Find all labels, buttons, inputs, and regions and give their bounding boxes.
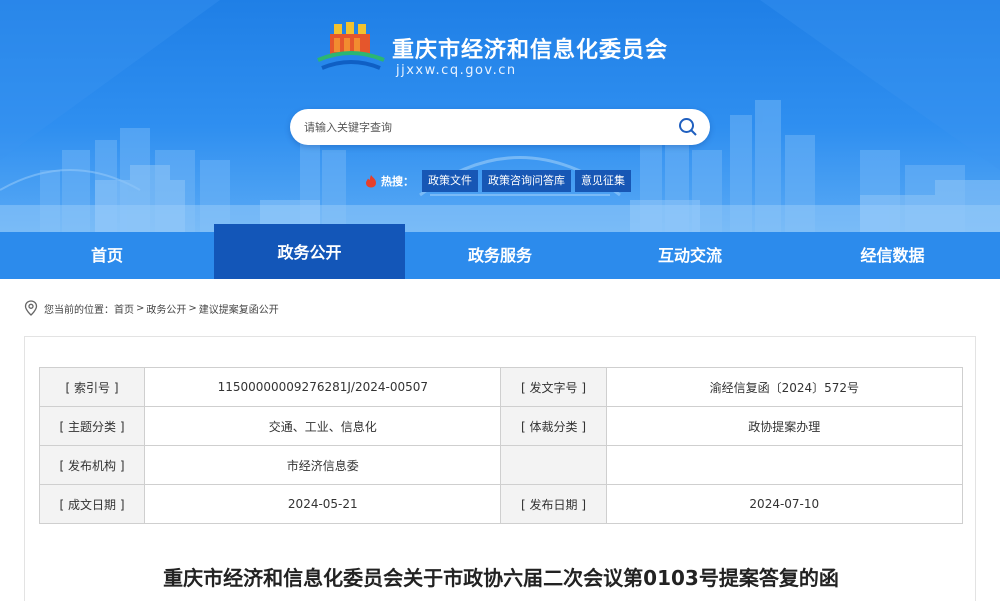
publish-date-label: [ 发布日期 ] — [500, 484, 607, 524]
breadcrumb-gov-affairs-open[interactable]: 政务公开 — [146, 301, 186, 316]
empty-label-cell — [500, 445, 607, 485]
breadcrumb-proposal-replies[interactable]: 建议提案复函公开 — [199, 301, 279, 316]
table-row: [ 主题分类 ] 交通、工业、信息化 [ 体裁分类 ] 政协提案办理 — [38, 406, 964, 446]
breadcrumb-home[interactable]: 首页 — [114, 301, 134, 316]
hot-tag-consultation[interactable]: 意见征集 — [575, 170, 631, 192]
document-metadata-table: [ 索引号 ] 11500000009276281J/2024-00507 [ … — [38, 367, 964, 524]
written-date-label: [ 成文日期 ] — [38, 484, 146, 524]
publish-date-value: 2024-07-10 — [605, 484, 964, 524]
hot-search: 热搜： 政策文件 政策咨询问答库 意见征集 — [364, 170, 631, 192]
document-number-label: [ 发文字号 ] — [500, 367, 607, 407]
document-number-value: 渝经信复函〔2024〕572号 — [605, 367, 964, 407]
issuer-label: [ 发布机构 ] — [38, 445, 146, 485]
site-logo[interactable]: 重庆市经济和信息化委员会 jjxxw.cq.gov.cn — [316, 20, 716, 82]
empty-value-cell — [605, 445, 964, 485]
hot-tag-policy-docs[interactable]: 政策文件 — [422, 170, 478, 192]
nav-item-economic-data[interactable]: 经信数据 — [785, 232, 1000, 279]
index-number-label: [ 索引号 ] — [38, 367, 146, 407]
document-title: 重庆市经济和信息化委员会关于市政协六届二次会议第0103号提案答复的函 — [163, 566, 839, 590]
fire-icon — [366, 175, 376, 188]
search-icon[interactable] — [678, 117, 698, 137]
hot-tag-policy-qa[interactable]: 政策咨询问答库 — [482, 170, 571, 192]
site-title: 重庆市经济和信息化委员会 — [392, 38, 669, 63]
site-domain: jjxxw.cq.gov.cn — [396, 63, 517, 78]
document-panel: [ 索引号 ] 11500000009276281J/2024-00507 [ … — [24, 336, 976, 601]
breadcrumb: 您当前的位置： 首页 > 政务公开 > 建议提案复函公开 — [24, 299, 279, 317]
nav-item-gov-affairs-open[interactable]: 政务公开 — [214, 224, 405, 279]
table-row: [ 索引号 ] 11500000009276281J/2024-00507 [ … — [38, 367, 964, 407]
index-number-value: 11500000009276281J/2024-00507 — [144, 367, 502, 407]
header-banner: 重庆市经济和信息化委员会 jjxxw.cq.gov.cn 热搜： 政策文件 政策… — [0, 0, 1000, 232]
table-row: [ 成文日期 ] 2024-05-21 [ 发布日期 ] 2024-07-10 — [38, 484, 964, 524]
genre-category-label: [ 体裁分类 ] — [500, 406, 607, 446]
hot-search-label: 热搜： — [381, 175, 414, 188]
issuer-value: 市经济信息委 — [144, 445, 502, 485]
topic-category-value: 交通、工业、信息化 — [144, 406, 502, 446]
genre-category-value: 政协提案办理 — [605, 406, 964, 446]
nav-item-interaction[interactable]: 互动交流 — [595, 232, 785, 279]
written-date-value: 2024-05-21 — [144, 484, 502, 524]
table-row: [ 发布机构 ] 市经济信息委 — [38, 445, 964, 485]
search-bar — [290, 109, 710, 145]
nav-item-home[interactable]: 首页 — [0, 232, 214, 279]
location-pin-icon — [24, 300, 38, 316]
nav-item-gov-services[interactable]: 政务服务 — [405, 232, 595, 279]
government-building-logo-icon — [317, 22, 385, 70]
breadcrumb-separator: > — [136, 302, 145, 314]
breadcrumb-prefix: 您当前的位置： — [44, 304, 114, 316]
search-input[interactable] — [304, 117, 664, 137]
breadcrumb-separator: > — [188, 302, 197, 314]
topic-category-label: [ 主题分类 ] — [38, 406, 146, 446]
main-nav: 首页 政务公开 政务服务 互动交流 经信数据 — [0, 224, 1000, 279]
